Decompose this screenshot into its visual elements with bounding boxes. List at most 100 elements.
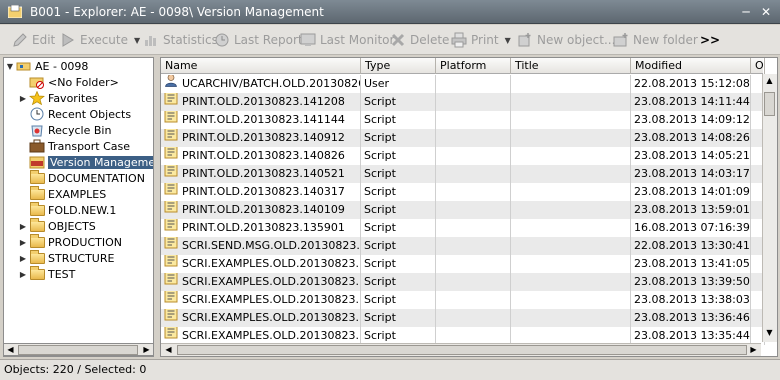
cell-platform — [436, 111, 511, 129]
tree-item-recycle-bin[interactable]: Recycle Bin — [18, 122, 111, 138]
cell-type: Script — [361, 309, 436, 327]
tree-item-documentation[interactable]: DOCUMENTATION — [18, 169, 145, 186]
close-button[interactable]: ✕ — [758, 4, 774, 20]
scroll-down-arrow-icon[interactable]: ▼ — [764, 328, 775, 338]
cell-type: Script — [361, 255, 436, 273]
cell-type: Script — [361, 219, 436, 237]
tree-item-fold-new-1[interactable]: FOLD.NEW.1 — [18, 201, 116, 218]
column-header-name[interactable]: Name — [161, 58, 361, 74]
tree-root-ae-0098[interactable]: ▼ AE - 0098 — [5, 58, 89, 74]
folder-icon — [29, 185, 45, 201]
column-header-modified[interactable]: Modified — [631, 58, 751, 74]
cell-modified: 22.08.2013 15:12:08 — [631, 75, 751, 93]
cell-modified: 16.08.2013 07:16:39 — [631, 219, 751, 237]
status-bar: Objects: 220 / Selected: 0 — [0, 359, 780, 380]
delete-button[interactable]: Delete — [390, 31, 449, 49]
cell-type: Script — [361, 111, 436, 129]
column-header-title[interactable]: Title — [511, 58, 631, 74]
cell-type: Script — [361, 165, 436, 183]
collapse-arrow-icon[interactable]: ▼ — [5, 62, 15, 71]
column-header-o[interactable]: O — [751, 58, 765, 74]
edit-button[interactable]: Edit — [12, 31, 55, 49]
print-dropdown-icon[interactable]: ▼ — [505, 36, 511, 45]
script-icon — [164, 111, 178, 129]
table-row[interactable]: PRINT.OLD.20130823.140317 Script 23.08.201… — [161, 183, 765, 201]
tree-item-favorites[interactable]: ▶ Favorites — [18, 90, 98, 106]
window-title: B001 - Explorer: AE - 0098\ Version Mana… — [30, 5, 324, 19]
cell-platform — [436, 309, 511, 327]
list-scroll-thumb[interactable] — [764, 92, 775, 116]
cell-title — [511, 129, 631, 147]
expand-arrow-icon[interactable]: ▶ — [18, 254, 28, 263]
tree-item-version-management[interactable]: Version Management — [18, 154, 153, 170]
cell-title — [511, 165, 631, 183]
scroll-right-arrow-icon[interactable]: ▶ — [141, 345, 152, 355]
delete-icon — [391, 33, 405, 47]
table-row[interactable]: PRINT.OLD.20130823.140826 Script 23.08.201… — [161, 147, 765, 165]
new-object-button[interactable]: New object... — [517, 31, 615, 49]
table-row[interactable]: PRINT.OLD.20130823.141208 Script 23.08.201… — [161, 93, 765, 111]
expand-arrow-icon[interactable]: ▶ — [18, 238, 28, 247]
tree-item-test[interactable]: ▶ TEST — [18, 265, 75, 282]
table-row[interactable]: PRINT.OLD.20130823.140521 Script 23.08.201… — [161, 165, 765, 183]
cell-modified: 23.08.2013 13:41:05 — [631, 255, 751, 273]
title-bar: B001 - Explorer: AE - 0098\ Version Mana… — [0, 0, 780, 24]
print-button[interactable]: Print ▼ — [451, 31, 511, 49]
minimize-button[interactable]: ─ — [738, 4, 754, 20]
execute-button[interactable]: Execute ▼ — [60, 31, 140, 49]
table-row[interactable]: SCRI.SEND.MSG.OLD.20130823.1... Script 22.… — [161, 237, 765, 255]
cell-modified: 23.08.2013 14:09:12 — [631, 111, 751, 129]
table-row[interactable]: SCRI.EXAMPLES.OLD.20130823.1... Script 23.… — [161, 273, 765, 291]
tree-item-objects[interactable]: ▶ OBJECTS — [18, 217, 96, 234]
last-report-button[interactable]: Last Report — [214, 31, 303, 49]
column-header-platform[interactable]: Platform — [436, 58, 511, 74]
expand-arrow-icon[interactable]: ▶ — [18, 270, 28, 279]
table-row[interactable]: PRINT.OLD.20130823.135901 Script 16.08.201… — [161, 219, 765, 237]
script-icon — [164, 219, 178, 237]
scroll-left-arrow-icon[interactable]: ◀ — [5, 345, 16, 355]
table-row[interactable]: PRINT.OLD.20130823.141144 Script 23.08.201… — [161, 111, 765, 129]
tree-item-no-folder[interactable]: <No Folder> — [18, 74, 119, 90]
expand-arrow-icon[interactable]: ▶ — [18, 94, 28, 103]
cell-platform — [436, 291, 511, 309]
table-row[interactable]: PRINT.OLD.20130823.140912 Script 23.08.201… — [161, 129, 765, 147]
table-row[interactable]: PRINT.OLD.20130823.140109 Script 23.08.201… — [161, 201, 765, 219]
folder-icon — [29, 201, 45, 217]
tree-item-production[interactable]: ▶ PRODUCTION — [18, 233, 122, 250]
column-header-type[interactable]: Type — [361, 58, 436, 74]
last-monitor-button[interactable]: Last Monitor — [300, 31, 394, 49]
cell-title — [511, 291, 631, 309]
tree-scroll-thumb[interactable] — [18, 345, 138, 355]
tree-horizontal-scrollbar[interactable]: ◀ ▶ — [3, 343, 154, 356]
tree-item-structure[interactable]: ▶ STRUCTURE — [18, 249, 114, 266]
recycle-bin-icon — [29, 123, 45, 137]
row-name-text: PRINT.OLD.20130823.140317 — [182, 185, 345, 198]
cell-name: SCRI.EXAMPLES.OLD.20130823.1... — [161, 255, 361, 273]
scroll-up-arrow-icon[interactable]: ▲ — [764, 76, 775, 86]
table-row[interactable]: UCARCHIV/BATCH.OLD.20130826.... User 22.08… — [161, 75, 765, 93]
execute-dropdown-icon[interactable]: ▼ — [134, 36, 140, 45]
tree-item-examples[interactable]: EXAMPLES — [18, 185, 106, 202]
table-row[interactable]: SCRI.EXAMPLES.OLD.20130823.1... Script 23.… — [161, 255, 765, 273]
scroll-left-arrow-icon[interactable]: ◀ — [163, 345, 174, 355]
table-row[interactable]: SCRI.EXAMPLES.OLD.20130823.1... Script 23.… — [161, 309, 765, 327]
row-name-text: PRINT.OLD.20130823.135901 — [182, 221, 345, 234]
list-horizontal-scroll-thumb[interactable] — [177, 345, 747, 355]
statistics-button[interactable]: Statistics — [143, 31, 218, 49]
cell-type: Script — [361, 129, 436, 147]
object-list: Name Type Platform Title Modified O UCAR… — [160, 57, 778, 357]
cell-modified: 22.08.2013 13:30:41 — [631, 237, 751, 255]
tree-item-recent-objects[interactable]: Recent Objects — [18, 106, 131, 122]
table-row[interactable]: SCRI.EXAMPLES.OLD.20130823.1... Script 23.… — [161, 291, 765, 309]
expand-arrow-icon[interactable]: ▶ — [18, 222, 28, 231]
list-horizontal-scrollbar[interactable]: ◀ ▶ — [161, 343, 761, 356]
list-header: Name Type Platform Title Modified O — [161, 58, 765, 74]
scroll-right-arrow-icon[interactable]: ▶ — [748, 345, 759, 355]
script-icon — [164, 165, 178, 183]
new-folder-button[interactable]: New folder — [613, 31, 698, 49]
cell-platform — [436, 219, 511, 237]
tree-item-transport-case[interactable]: Transport Case — [18, 138, 130, 154]
list-vertical-scrollbar[interactable]: ▲ ▼ — [762, 74, 777, 342]
toolbar-overflow-button[interactable]: >> — [700, 33, 720, 47]
cell-name: PRINT.OLD.20130823.135901 — [161, 219, 361, 237]
